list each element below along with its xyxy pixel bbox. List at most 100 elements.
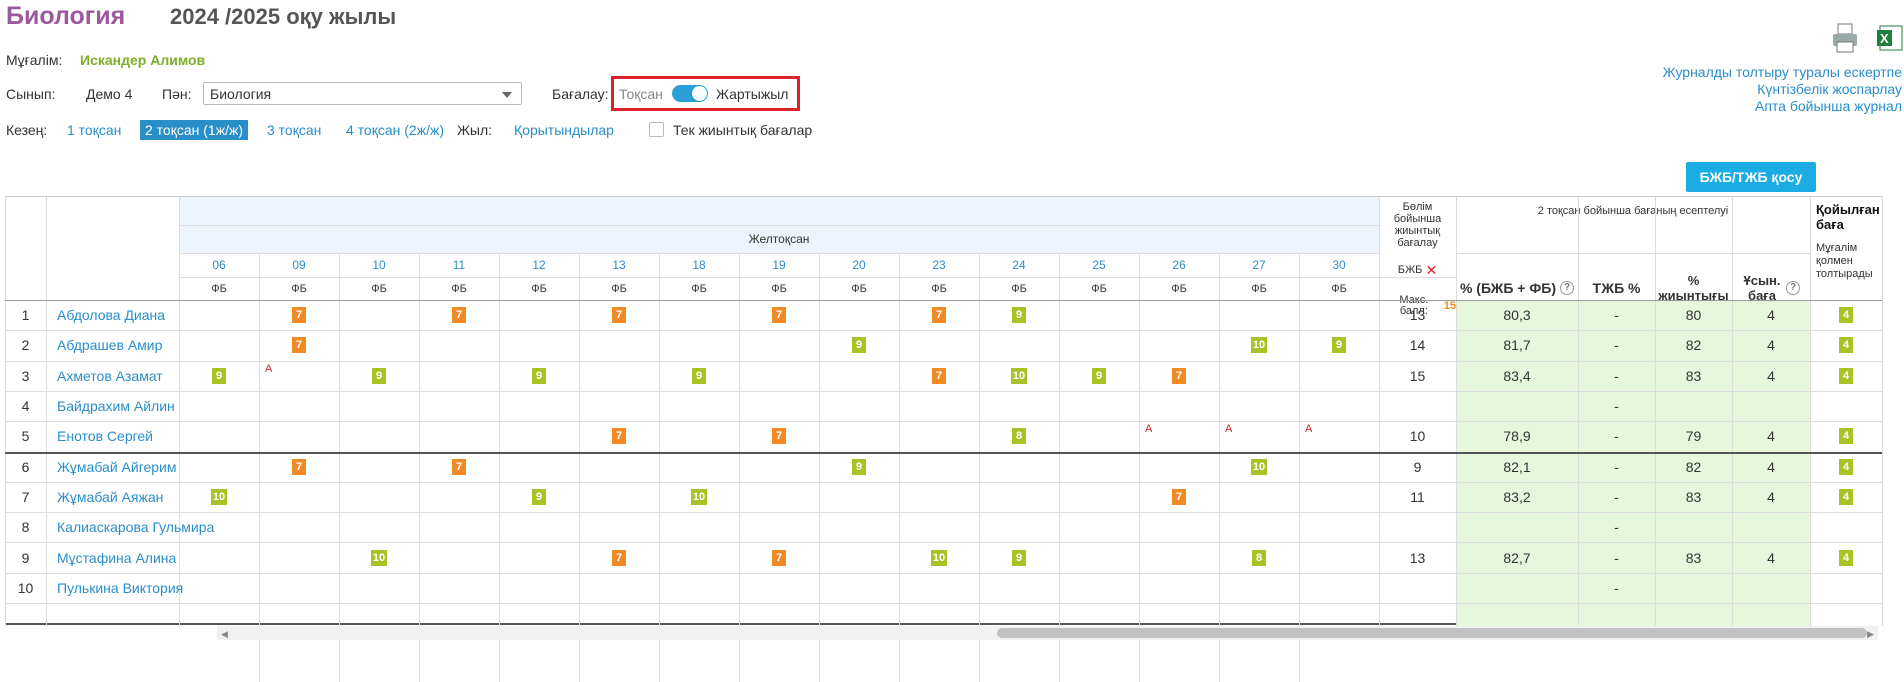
grade-cell[interactable]	[179, 421, 259, 451]
help-icon[interactable]: ?	[1560, 281, 1575, 295]
final-grade-cell[interactable]	[1810, 573, 1882, 603]
grade-cell[interactable]	[579, 452, 659, 482]
bjb-score[interactable]: 14	[1379, 330, 1456, 360]
date-header[interactable]: 13	[579, 253, 659, 277]
grade-cell[interactable]	[419, 391, 499, 421]
grade-cell[interactable]	[1219, 482, 1299, 512]
grade-cell[interactable]	[819, 300, 899, 330]
calendar-planning-link[interactable]: Күнтізбелік жоспарлау	[1663, 81, 1902, 98]
grade-cell[interactable]: А	[259, 361, 339, 391]
date-header[interactable]: 18	[659, 253, 739, 277]
weekly-journal-link[interactable]: Апта бойынша журнал	[1663, 98, 1902, 115]
final-grade-cell[interactable]: 4	[1810, 300, 1882, 330]
excel-icon[interactable]: X	[1877, 24, 1904, 52]
grade-cell[interactable]	[499, 421, 579, 451]
final-grade-cell[interactable]	[1810, 391, 1882, 421]
grade-cell[interactable]	[419, 573, 499, 603]
grade-cell[interactable]	[899, 391, 979, 421]
grading-toggle-switch[interactable]	[672, 85, 708, 102]
student-name[interactable]: Байдрахим Айлин	[57, 391, 175, 421]
grade-cell[interactable]: 9	[659, 361, 739, 391]
summary-only-checkbox[interactable]	[649, 122, 664, 137]
final-grade-cell[interactable]	[1810, 512, 1882, 542]
grade-cell[interactable]	[1139, 391, 1219, 421]
grade-cell[interactable]	[499, 573, 579, 603]
grade-cell[interactable]	[339, 452, 419, 482]
grade-cell[interactable]	[739, 482, 819, 512]
grade-cell[interactable]: 7	[259, 452, 339, 482]
grade-cell[interactable]: 7	[259, 330, 339, 360]
add-bjb-tjb-button[interactable]: БЖБ/ТЖБ қосу	[1686, 162, 1816, 192]
grade-cell[interactable]	[1219, 391, 1299, 421]
grade-cell[interactable]: 7	[899, 300, 979, 330]
grade-cell[interactable]	[1299, 512, 1379, 542]
grade-cell[interactable]: 10	[179, 482, 259, 512]
grade-cell[interactable]	[339, 330, 419, 360]
grade-cell[interactable]	[979, 330, 1059, 360]
grade-cell[interactable]	[1299, 482, 1379, 512]
journal-notes-link[interactable]: Журналды толтыру туралы ескертпе	[1663, 64, 1902, 81]
grade-cell[interactable]: 9	[979, 300, 1059, 330]
grade-cell[interactable]	[739, 330, 819, 360]
grade-cell[interactable]	[1219, 361, 1299, 391]
grade-cell[interactable]	[1059, 330, 1139, 360]
student-name[interactable]: Пулькина Виктория	[57, 573, 183, 603]
grade-cell[interactable]: 10	[1219, 330, 1299, 360]
grade-cell[interactable]	[1059, 542, 1139, 572]
grade-cell[interactable]: 9	[1299, 330, 1379, 360]
date-header[interactable]: 27	[1219, 253, 1299, 277]
scroll-thumb[interactable]	[997, 628, 1867, 638]
grade-cell[interactable]	[499, 512, 579, 542]
grade-cell[interactable]	[659, 542, 739, 572]
period-tab-q4[interactable]: 4 тоқсан (2ж/ж)	[346, 122, 444, 138]
grade-cell[interactable]: 9	[339, 361, 419, 391]
grade-cell[interactable]	[179, 330, 259, 360]
grade-cell[interactable]	[899, 421, 979, 451]
grade-cell[interactable]	[179, 542, 259, 572]
grade-cell[interactable]	[739, 452, 819, 482]
grade-cell[interactable]: 7	[739, 542, 819, 572]
grade-cell[interactable]	[899, 482, 979, 512]
grade-cell[interactable]	[979, 482, 1059, 512]
grade-cell[interactable]: 9	[1059, 361, 1139, 391]
grade-cell[interactable]	[659, 300, 739, 330]
bjb-score[interactable]	[1379, 391, 1456, 421]
date-header[interactable]: 19	[739, 253, 819, 277]
grade-cell[interactable]: 7	[1139, 361, 1219, 391]
grade-cell[interactable]: 10	[899, 542, 979, 572]
grade-cell[interactable]	[1059, 482, 1139, 512]
grade-cell[interactable]	[499, 391, 579, 421]
date-header[interactable]: 10	[339, 253, 419, 277]
grade-cell[interactable]	[739, 512, 819, 542]
grade-cell[interactable]: 10	[979, 361, 1059, 391]
date-header[interactable]: 24	[979, 253, 1059, 277]
grade-cell[interactable]	[419, 542, 499, 572]
grade-cell[interactable]	[259, 542, 339, 572]
grade-cell[interactable]	[1299, 300, 1379, 330]
bjb-score[interactable]: 9	[1379, 452, 1456, 482]
grade-cell[interactable]	[899, 573, 979, 603]
grade-cell[interactable]	[1219, 300, 1299, 330]
grade-cell[interactable]	[1219, 512, 1299, 542]
date-header[interactable]: 09	[259, 253, 339, 277]
grade-cell[interactable]	[179, 300, 259, 330]
grade-cell[interactable]	[1059, 512, 1139, 542]
grade-cell[interactable]: 7	[579, 300, 659, 330]
period-tab-q3[interactable]: 3 тоқсан	[267, 122, 321, 138]
grade-cell[interactable]	[979, 573, 1059, 603]
grade-cell[interactable]: 8	[979, 421, 1059, 451]
student-name[interactable]: Жұмабай Аяжан	[57, 482, 163, 512]
grade-cell[interactable]	[739, 573, 819, 603]
date-header[interactable]: 30	[1299, 253, 1379, 277]
student-name[interactable]: Енотов Сергей	[57, 421, 153, 451]
grade-cell[interactable]	[659, 512, 739, 542]
student-name[interactable]: Мұстафина Алина	[57, 542, 176, 572]
grade-cell[interactable]	[1299, 573, 1379, 603]
bjb-score[interactable]: 15	[1379, 361, 1456, 391]
grade-cell[interactable]	[819, 482, 899, 512]
subject-select[interactable]: Биология	[203, 82, 522, 105]
student-name[interactable]: Ахметов Азамат	[57, 361, 163, 391]
bjb-score[interactable]: 13	[1379, 542, 1456, 572]
grade-cell[interactable]	[179, 452, 259, 482]
date-header[interactable]: 23	[899, 253, 979, 277]
